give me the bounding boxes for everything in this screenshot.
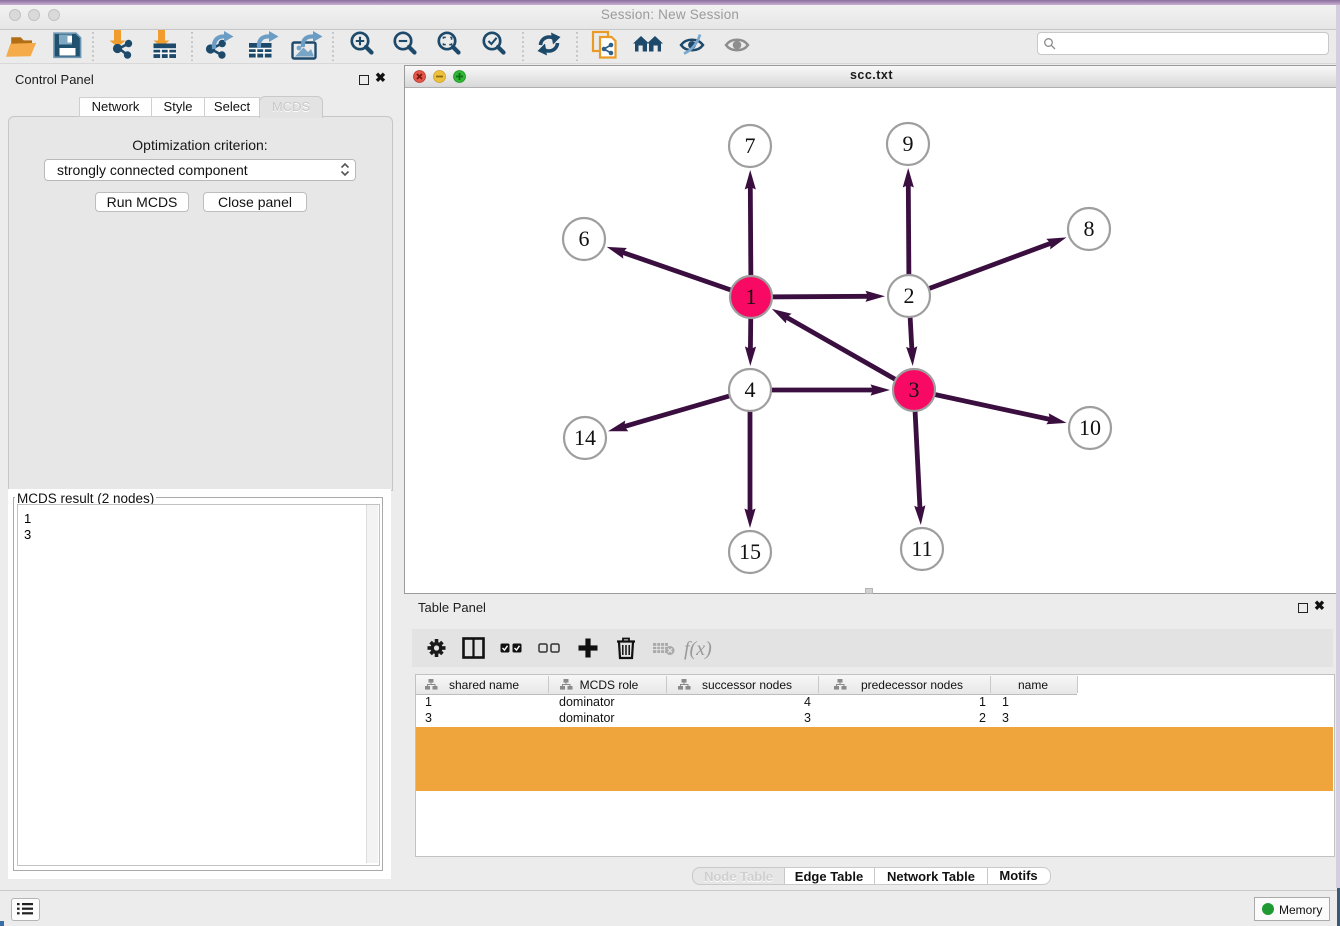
svg-text:3: 3 — [909, 377, 920, 402]
svg-text:4: 4 — [745, 377, 756, 402]
svg-text:successor nodes: successor nodes — [702, 678, 792, 692]
svg-text:1: 1 — [746, 284, 757, 309]
svg-text:MCDS role: MCDS role — [580, 678, 639, 692]
svg-text:shared name: shared name — [449, 678, 519, 692]
svg-text:9: 9 — [903, 131, 914, 156]
svg-text:2: 2 — [904, 283, 915, 308]
svg-text:7: 7 — [745, 133, 756, 158]
svg-text:name: name — [1018, 678, 1048, 692]
svg-text:15: 15 — [739, 539, 761, 564]
svg-text:11: 11 — [911, 536, 932, 561]
svg-text:14: 14 — [574, 425, 596, 450]
svg-text:6: 6 — [579, 226, 590, 251]
svg-text:predecessor nodes: predecessor nodes — [861, 678, 963, 692]
svg-text:f(x): f(x) — [684, 638, 712, 660]
svg-text:10: 10 — [1079, 415, 1101, 440]
svg-text:8: 8 — [1084, 216, 1095, 241]
